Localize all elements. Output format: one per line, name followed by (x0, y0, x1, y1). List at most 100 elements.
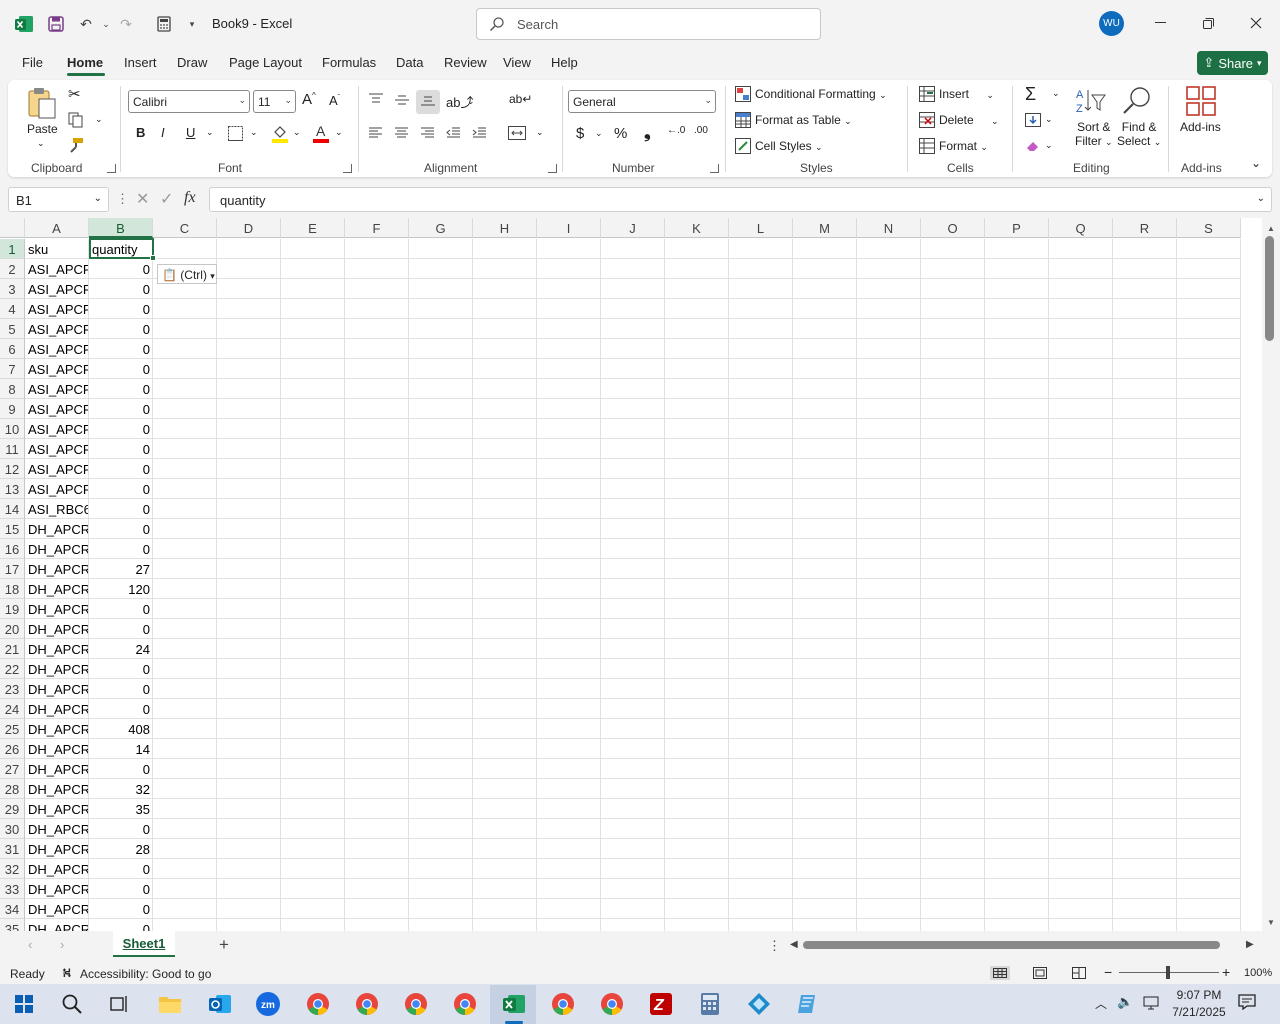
zoom-in-icon[interactable]: + (1222, 964, 1230, 980)
cell-empty[interactable] (921, 579, 985, 599)
cell-empty[interactable] (217, 279, 281, 299)
cell-b12[interactable]: 0 (89, 459, 153, 479)
cell-a26[interactable]: DH_APCRI (25, 739, 89, 759)
cell-empty[interactable] (345, 399, 409, 419)
cell-empty[interactable] (217, 559, 281, 579)
row-header[interactable]: 13 (0, 479, 25, 499)
cell-empty[interactable] (665, 339, 729, 359)
cell-empty[interactable] (345, 539, 409, 559)
cell-empty[interactable] (473, 679, 537, 699)
insert-cells-icon[interactable] (919, 86, 935, 102)
cell-empty[interactable] (345, 259, 409, 279)
cell-empty[interactable] (537, 239, 601, 259)
accessibility-status[interactable]: Accessibility: Good to go (80, 967, 211, 981)
horizontal-scroll-thumb[interactable] (803, 941, 1220, 949)
cell-empty[interactable] (217, 619, 281, 639)
cell-b28[interactable]: 32 (89, 779, 153, 799)
column-header-p[interactable]: P (985, 218, 1049, 238)
cell-empty[interactable] (1049, 539, 1113, 559)
cell-empty[interactable] (985, 559, 1049, 579)
cell-empty[interactable] (793, 479, 857, 499)
cell-empty[interactable] (473, 419, 537, 439)
cell-empty[interactable] (793, 659, 857, 679)
cell-empty[interactable] (281, 319, 345, 339)
cell-empty[interactable] (729, 439, 793, 459)
cell-empty[interactable] (409, 739, 473, 759)
cell-empty[interactable] (601, 919, 665, 931)
row-header[interactable]: 9 (0, 399, 25, 419)
cell-empty[interactable] (601, 459, 665, 479)
cell-empty[interactable] (345, 879, 409, 899)
cell-empty[interactable] (1113, 859, 1177, 879)
cell-empty[interactable] (985, 259, 1049, 279)
cell-b15[interactable]: 0 (89, 519, 153, 539)
cell-empty[interactable] (537, 439, 601, 459)
cell-empty[interactable] (1113, 659, 1177, 679)
fill-color-dropdown-icon[interactable]: ⌄ (293, 127, 301, 138)
cell-empty[interactable] (985, 719, 1049, 739)
cell-empty[interactable] (793, 899, 857, 919)
cell-empty[interactable] (537, 579, 601, 599)
cell-empty[interactable] (729, 379, 793, 399)
cell-empty[interactable] (857, 739, 921, 759)
row-header[interactable]: 26 (0, 739, 25, 759)
cell-empty[interactable] (857, 459, 921, 479)
cell-empty[interactable] (857, 439, 921, 459)
cell-empty[interactable] (537, 479, 601, 499)
cell-a17[interactable]: DH_APCRI (25, 559, 89, 579)
cell-empty[interactable] (1177, 319, 1241, 339)
cell-a2[interactable]: ASI_APCR (25, 259, 89, 279)
select-all-corner[interactable] (0, 218, 25, 238)
cell-empty[interactable] (153, 779, 217, 799)
cell-empty[interactable] (601, 259, 665, 279)
cell-empty[interactable] (473, 819, 537, 839)
cell-b16[interactable]: 0 (89, 539, 153, 559)
cell-b25[interactable]: 408 (89, 719, 153, 739)
cell-empty[interactable] (153, 379, 217, 399)
cell-b31[interactable]: 28 (89, 839, 153, 859)
row-header[interactable]: 29 (0, 799, 25, 819)
cell-empty[interactable] (601, 479, 665, 499)
bold-button[interactable]: B (136, 125, 145, 140)
align-center-icon[interactable] (394, 127, 409, 139)
row-header[interactable]: 8 (0, 379, 25, 399)
page-break-view-icon[interactable] (1072, 967, 1086, 979)
cell-empty[interactable] (793, 399, 857, 419)
cell-empty[interactable] (857, 779, 921, 799)
decrease-decimal-icon[interactable]: .00 (694, 125, 708, 136)
cell-empty[interactable] (345, 759, 409, 779)
cell-empty[interactable] (1177, 739, 1241, 759)
cell-empty[interactable] (793, 319, 857, 339)
search-input[interactable]: Search (476, 8, 821, 40)
notepad-icon[interactable] (792, 988, 824, 1020)
cell-empty[interactable] (153, 819, 217, 839)
cell-empty[interactable] (1177, 299, 1241, 319)
cell-b23[interactable]: 0 (89, 679, 153, 699)
cell-empty[interactable] (665, 259, 729, 279)
cell-empty[interactable] (537, 419, 601, 439)
volume-icon[interactable]: 🔈 (1117, 994, 1133, 1010)
cell-empty[interactable] (473, 299, 537, 319)
cell-empty[interactable] (281, 699, 345, 719)
cell-empty[interactable] (153, 659, 217, 679)
cell-empty[interactable] (345, 599, 409, 619)
cell-empty[interactable] (921, 679, 985, 699)
cell-empty[interactable] (793, 859, 857, 879)
cell-a34[interactable]: DH_APCRI (25, 899, 89, 919)
column-header-h[interactable]: H (473, 218, 537, 238)
cell-empty[interactable] (921, 439, 985, 459)
cell-a10[interactable]: ASI_APCR (25, 419, 89, 439)
cell-empty[interactable] (537, 839, 601, 859)
cell-empty[interactable] (665, 419, 729, 439)
cell-empty[interactable] (1049, 359, 1113, 379)
cell-empty[interactable] (793, 879, 857, 899)
cell-empty[interactable] (1113, 479, 1177, 499)
paste-icon[interactable] (26, 86, 58, 120)
tab-draw[interactable]: Draw (177, 55, 207, 70)
cell-empty[interactable] (281, 259, 345, 279)
column-header-g[interactable]: G (409, 218, 473, 238)
cell-empty[interactable] (409, 859, 473, 879)
cell-empty[interactable] (281, 519, 345, 539)
cell-empty[interactable] (1177, 799, 1241, 819)
cell-empty[interactable] (729, 399, 793, 419)
